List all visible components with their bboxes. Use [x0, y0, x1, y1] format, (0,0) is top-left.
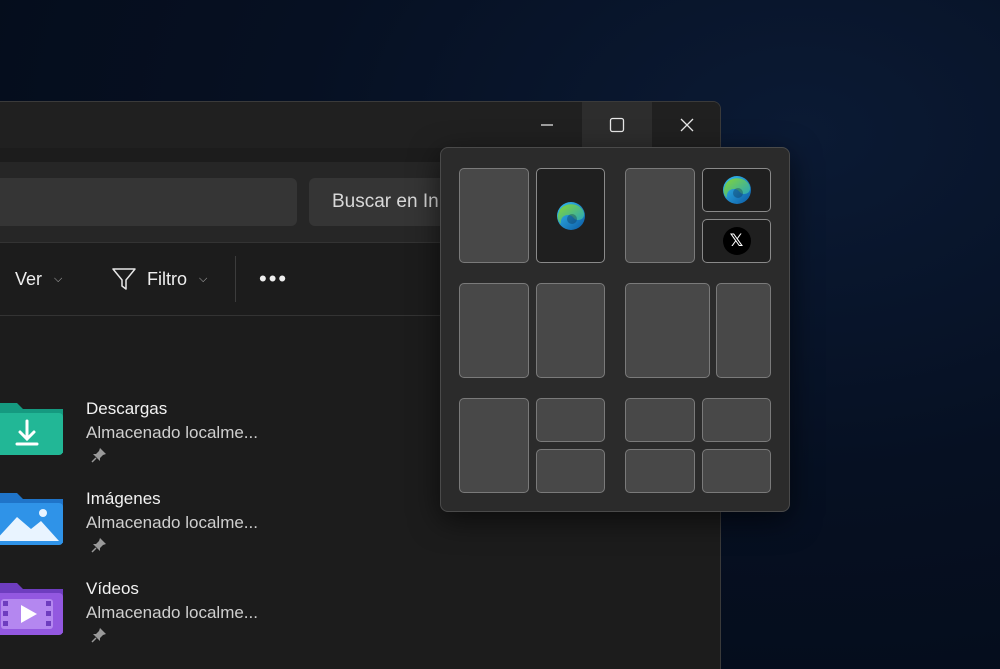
file-name: Imágenes: [86, 489, 161, 508]
filter-icon: [112, 268, 136, 290]
snap-zone-quadrant-top-right[interactable]: [702, 398, 771, 442]
snap-zone-half-left[interactable]: [459, 168, 529, 263]
snap-layouts-flyout: 𝕏: [440, 147, 790, 512]
view-button[interactable]: Ver ⌵: [0, 243, 62, 315]
snap-zone-half-left[interactable]: [459, 283, 529, 378]
file-subtitle: Almacenado localme...: [86, 513, 258, 532]
snap-zone-quadrant-bottom-right[interactable]: [702, 449, 771, 493]
file-name: Vídeos: [86, 579, 139, 598]
snap-zone-bottom-right[interactable]: 𝕏: [702, 219, 771, 263]
close-button[interactable]: [652, 102, 720, 148]
minimize-icon: [541, 124, 553, 126]
filter-label: Filtro: [147, 268, 187, 289]
file-name: Descargas: [86, 399, 168, 418]
more-icon: •••: [259, 266, 289, 291]
file-subtitle: Almacenado localme...: [86, 603, 258, 622]
snap-zone-half-right[interactable]: [536, 283, 605, 378]
maximize-icon: [609, 117, 625, 133]
pin-icon: [91, 448, 106, 463]
toolbar-divider: [235, 256, 236, 302]
snap-zone-left-column[interactable]: [459, 398, 529, 493]
snap-zone-top-right[interactable]: [536, 398, 605, 442]
snap-zone-half-right[interactable]: [536, 168, 605, 263]
view-list-icon: [0, 269, 5, 289]
pictures-folder-icon: [0, 493, 63, 545]
snap-zone-two-thirds[interactable]: [625, 283, 710, 378]
snap-zone-top-right[interactable]: [702, 168, 771, 212]
address-input[interactable]: [0, 178, 297, 226]
more-options-button[interactable]: •••: [259, 243, 288, 315]
snap-zone-one-third[interactable]: [716, 283, 771, 378]
view-label: Ver: [15, 268, 43, 289]
downloads-folder-icon: [0, 403, 63, 455]
maximize-button[interactable]: [582, 102, 652, 148]
chevron-down-icon: ⌵: [54, 272, 63, 285]
snap-zone-bottom-right[interactable]: [536, 449, 605, 493]
list-item-videos[interactable]: Vídeos Almacenado localme...: [0, 577, 720, 657]
title-bar[interactable]: [0, 102, 720, 148]
snap-zone-quadrant-bottom-left[interactable]: [625, 449, 695, 493]
videos-folder-icon: [0, 583, 63, 635]
chevron-down-icon: ⌵: [199, 272, 208, 285]
file-subtitle: Almacenado localme...: [86, 423, 258, 442]
minimize-button[interactable]: [512, 102, 582, 148]
snap-zone-quadrant-top-left[interactable]: [625, 398, 695, 442]
x-icon: 𝕏: [722, 227, 751, 255]
close-icon: [680, 118, 694, 132]
edge-icon: [722, 176, 751, 204]
snap-zone-left-column[interactable]: [625, 168, 695, 263]
edge-icon: [556, 201, 585, 230]
pin-icon: [91, 538, 106, 553]
filter-button[interactable]: Filtro ⌵: [111, 243, 207, 315]
pin-icon: [91, 628, 106, 643]
